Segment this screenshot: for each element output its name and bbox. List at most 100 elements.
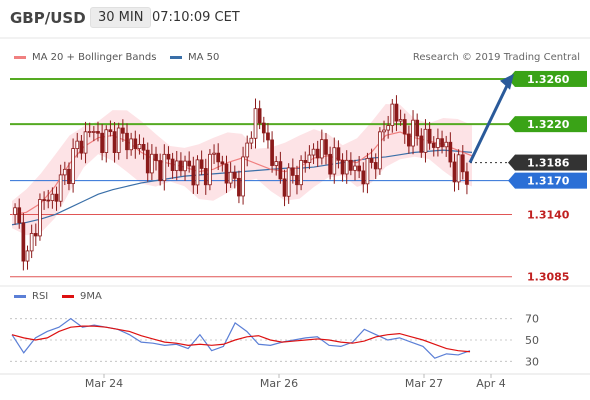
candle-body — [195, 159, 200, 186]
candle-body — [373, 162, 378, 170]
candle-body — [245, 142, 250, 158]
candle-body — [286, 167, 291, 197]
candle-body — [444, 141, 449, 148]
candle-body — [108, 129, 113, 133]
candle-body — [353, 165, 357, 171]
candle-body — [456, 154, 461, 183]
candle-body — [87, 131, 92, 133]
candle-body — [50, 193, 55, 201]
candle-body — [179, 160, 183, 172]
candle-body — [295, 175, 299, 186]
candle-body — [67, 168, 71, 185]
candle-body — [336, 147, 341, 161]
candle-body — [440, 138, 444, 148]
candle-body — [315, 148, 320, 159]
candle-body — [228, 171, 233, 184]
candle-body — [407, 133, 411, 147]
candle-body — [145, 149, 150, 174]
candle-body — [382, 129, 386, 133]
candle-body — [419, 135, 424, 153]
candle-body — [21, 222, 26, 262]
candle-body — [183, 160, 187, 172]
candle-body — [129, 138, 133, 151]
candle-body — [282, 178, 287, 197]
candle-body — [224, 163, 229, 184]
candle-body — [311, 148, 316, 156]
candle-body — [261, 122, 266, 134]
candle-body — [62, 168, 67, 176]
x-tick-label: Apr 4 — [476, 377, 506, 390]
candle-body — [299, 160, 303, 186]
candle-body — [216, 152, 221, 163]
rsi-tick-label: 30 — [525, 355, 539, 368]
candle-body — [79, 140, 84, 154]
candle-body — [25, 250, 30, 262]
candle-body — [166, 153, 171, 160]
rsi-tick-label: 70 — [525, 313, 539, 326]
level-tag-pointer-1.3220 — [508, 116, 515, 133]
candle-body — [448, 141, 453, 163]
candle-body — [369, 157, 374, 163]
level-label-1.3186: 1.3186 — [527, 157, 570, 170]
candle-body — [402, 119, 407, 135]
candle-body — [46, 199, 51, 202]
candle-body — [116, 127, 121, 153]
candle-body — [431, 142, 436, 148]
candle-body — [378, 131, 382, 170]
candle-body — [212, 152, 216, 155]
candle-body — [290, 167, 295, 176]
candle-body — [386, 125, 391, 131]
candle-body — [96, 131, 100, 134]
candle-body — [141, 144, 146, 151]
candle-body — [344, 159, 349, 175]
candle-body — [170, 158, 175, 171]
candle-body — [13, 207, 17, 215]
level-label-1.3085: 1.3085 — [527, 271, 569, 284]
candle-body — [137, 144, 142, 149]
level-label-1.3170: 1.3170 — [527, 175, 570, 188]
candle-body — [58, 174, 63, 202]
candle-body — [237, 177, 241, 197]
candle-body — [199, 159, 204, 169]
rsi-tick-label: 50 — [525, 334, 539, 347]
candle-body — [154, 153, 158, 161]
level-tag-pointer-1.3170 — [508, 172, 515, 189]
candle-body — [71, 148, 75, 185]
candle-body — [187, 160, 192, 167]
candle-body — [91, 131, 96, 133]
candle-body — [423, 128, 428, 153]
candle-body — [328, 153, 332, 175]
candle-body — [361, 170, 366, 185]
candle-body — [83, 131, 88, 154]
candle-body — [340, 159, 345, 175]
candle-body — [42, 199, 46, 201]
candle-body — [266, 132, 270, 141]
candle-body — [365, 157, 370, 185]
candle-body — [191, 165, 196, 186]
level-tag-pointer-1.3186 — [508, 154, 515, 171]
candle-body — [460, 154, 465, 173]
x-tick-label: Mar 27 — [405, 377, 443, 390]
candle-body — [270, 139, 274, 166]
candle-body — [33, 233, 38, 237]
candle-body — [54, 193, 59, 202]
x-tick-label: Mar 24 — [85, 377, 123, 390]
price-chart[interactable]: 1.3260 1.3220 1.3186 1.3170 1.3140 1.3085 70 50… — [0, 0, 590, 400]
candle-body — [415, 119, 420, 137]
candle-body — [436, 138, 440, 148]
candle-body — [133, 138, 138, 149]
candle-body — [249, 137, 254, 144]
candle-body — [112, 131, 117, 153]
candle-body — [162, 153, 167, 182]
candle-body — [158, 160, 163, 182]
candle-body — [390, 103, 395, 126]
candle-body — [17, 207, 22, 224]
candle-body — [303, 160, 308, 163]
candle-body — [220, 161, 225, 165]
candle-body — [38, 199, 42, 237]
candle-body — [332, 147, 337, 175]
candle-body — [257, 108, 262, 124]
x-tick-label: Mar 26 — [260, 377, 298, 390]
candle-body — [29, 233, 34, 252]
candle-body — [427, 128, 432, 144]
